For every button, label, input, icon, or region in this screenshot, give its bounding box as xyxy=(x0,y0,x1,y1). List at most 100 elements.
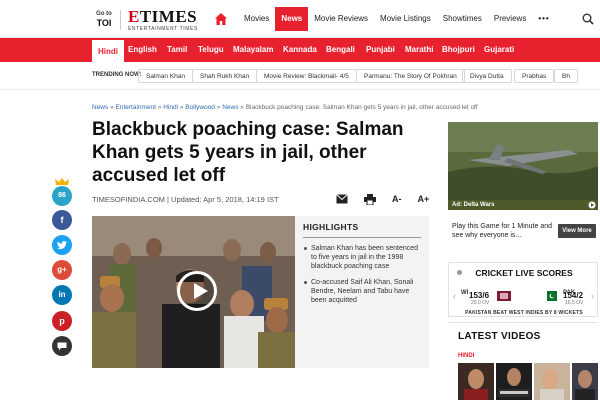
west-indies-flag-icon xyxy=(497,291,511,301)
lang-punjabi[interactable]: Punjabi xyxy=(366,38,395,62)
video-thumbnail[interactable] xyxy=(534,363,570,400)
trending-item[interactable]: Movie Review: Blackmail- 4/5 xyxy=(256,69,357,83)
ad-delta-wars[interactable]: Ad: Delta Wars Play this Game for 1 Minu… xyxy=(448,122,598,254)
highlight-item: Salman Khan has been sentenced to five y… xyxy=(304,244,421,271)
pinterest-icon: p xyxy=(59,316,65,326)
nav-showtimes[interactable]: Showtimes xyxy=(437,0,488,38)
logo-sub-text: ENTERTAINMENT TIMES xyxy=(128,26,198,32)
trending-bar: TRENDING NOW: Salman Khan Shah Rukh Khan… xyxy=(0,62,600,90)
trending-item[interactable]: Divya Dutta xyxy=(462,69,512,83)
linkedin-share-button[interactable]: in xyxy=(52,285,72,305)
breadcrumb-link-bollywood[interactable]: Bollywood xyxy=(185,104,215,111)
lang-gujarati[interactable]: Gujarati xyxy=(484,38,514,62)
video-thumbnail[interactable] xyxy=(458,363,494,400)
toi-label: TOI xyxy=(96,18,112,28)
prev-match-arrow-icon[interactable]: ‹ xyxy=(453,291,456,301)
breadcrumb-separator: » xyxy=(179,104,184,111)
trending-item[interactable]: Bh xyxy=(554,69,578,83)
breadcrumb-separator: » xyxy=(216,104,221,111)
nav-news[interactable]: News xyxy=(275,7,309,31)
ad-label: Ad: Delta Wars xyxy=(448,200,598,210)
highlights-title: HIGHLIGHTS xyxy=(303,222,359,232)
adchoices-icon[interactable] xyxy=(588,201,596,209)
font-increase-button[interactable]: A+ xyxy=(418,194,430,204)
team2-score: 154/2 xyxy=(563,291,584,300)
lang-bhojpuri[interactable]: Bhojpuri xyxy=(442,38,475,62)
crown-icon xyxy=(55,178,69,185)
trending-item[interactable]: Shah Rukh Khan xyxy=(192,69,258,83)
trending-item[interactable]: Parmanu: The Story Of Pokhran xyxy=(356,69,465,83)
breadcrumb-link-hindi[interactable]: Hindi xyxy=(163,104,178,111)
next-match-arrow-icon[interactable]: › xyxy=(591,291,594,301)
highlights-list: Salman Khan has been sentenced to five y… xyxy=(303,244,421,305)
breadcrumb-separator: » xyxy=(110,104,114,111)
lang-tamil[interactable]: Tamil xyxy=(167,38,187,62)
latest-videos-title: LATEST VIDEOS xyxy=(458,331,541,342)
twitter-share-button[interactable] xyxy=(52,235,72,255)
video-thumbnail[interactable] xyxy=(572,363,598,400)
twitter-icon xyxy=(57,241,67,250)
logo-main-text: ETIMES xyxy=(128,7,198,26)
lang-hindi[interactable]: Hindi xyxy=(92,38,124,62)
highlights-divider xyxy=(303,237,421,238)
nav-movie-reviews[interactable]: Movie Reviews xyxy=(308,0,374,38)
home-icon[interactable] xyxy=(214,12,228,26)
article-video-player[interactable] xyxy=(92,216,295,368)
nav-previews[interactable]: Previews xyxy=(488,0,532,38)
breadcrumb-link-news[interactable]: News xyxy=(92,104,108,111)
nav-movie-listings[interactable]: Movie Listings xyxy=(374,0,437,38)
language-bar: Hindi English Tamil Telugu Malayalam Kan… xyxy=(0,38,600,62)
linkedin-icon: in xyxy=(58,290,66,299)
match-result: PAKISTAN BEAT WEST INDIES BY 8 WICKETS xyxy=(465,310,583,316)
trending-item[interactable]: Salman Khan xyxy=(138,69,194,83)
font-decrease-button[interactable]: A- xyxy=(392,194,402,204)
facebook-icon: f xyxy=(60,215,64,225)
lang-marathi[interactable]: Marathi xyxy=(405,38,433,62)
page: Go to TOI ETIMES ENTERTAINMENT TIMES Mov… xyxy=(0,0,600,400)
etimes-logo[interactable]: ETIMES ENTERTAINMENT TIMES xyxy=(128,8,198,32)
team2-overs: 16.5 OV xyxy=(565,300,584,306)
breadcrumb-link-entertainment[interactable]: Entertainment xyxy=(116,104,156,111)
ad-text: Play this Game for 1 Minute and see why … xyxy=(452,223,552,239)
cricket-live-scores-widget: CRICKET LIVE SCORES ‹ WI 153/6 20.0 OV P… xyxy=(448,262,598,317)
fighter-jet-image xyxy=(448,122,598,200)
ad-view-more-button[interactable]: View More xyxy=(558,224,596,238)
latest-videos-category[interactable]: HINDI xyxy=(458,353,474,359)
nav-movies[interactable]: Movies xyxy=(238,0,275,38)
team1-name: WI xyxy=(461,290,469,296)
highlight-item: Co-accused Saif Ali Khan, Sonali Bendre,… xyxy=(304,278,421,305)
top-navigation: Movies News Movie Reviews Movie Listings… xyxy=(238,0,556,38)
email-icon[interactable] xyxy=(336,194,348,204)
team1-score: 153/6 xyxy=(469,291,490,300)
article-byline: TIMESOFINDIA.COM | Updated: Apr 5, 2018,… xyxy=(92,195,279,204)
facebook-share-button[interactable]: f xyxy=(52,210,72,230)
print-icon[interactable] xyxy=(364,193,376,205)
share-count: 86 xyxy=(52,186,72,206)
video-thumbnail[interactable] xyxy=(496,363,532,400)
article-tools: A- A+ xyxy=(336,192,445,206)
logo-divider xyxy=(120,10,121,30)
ad-image xyxy=(448,122,598,200)
lang-kannada[interactable]: Kannada xyxy=(283,38,317,62)
comment-button[interactable] xyxy=(52,336,72,356)
google-plus-share-button[interactable]: g+ xyxy=(52,260,72,280)
article-headline: Blackbuck poaching case: Salman Khan get… xyxy=(92,119,404,186)
highlights-box: HIGHLIGHTS Salman Khan has been sentence… xyxy=(295,216,429,368)
latest-videos-widget: LATEST VIDEOS HINDI xyxy=(448,322,598,400)
pakistan-flag-icon xyxy=(543,291,557,301)
lang-telugu[interactable]: Telugu xyxy=(198,38,224,62)
breadcrumb-link-news-section[interactable]: News xyxy=(222,104,238,111)
search-icon[interactable] xyxy=(582,13,594,25)
lang-bengali[interactable]: Bengali xyxy=(326,38,355,62)
pinterest-share-button[interactable]: p xyxy=(52,311,72,331)
cricket-title: CRICKET LIVE SCORES xyxy=(475,268,573,278)
trending-item[interactable]: Prabhas xyxy=(514,69,555,83)
trending-label: TRENDING NOW: xyxy=(92,72,142,78)
more-menu-dots[interactable]: ••• xyxy=(532,0,555,38)
breadcrumb-separator: » xyxy=(240,104,244,111)
play-button[interactable] xyxy=(177,271,217,311)
breadcrumb: News » Entertainment » Hindi » Bollywood… xyxy=(92,104,478,111)
go-to-toi-link[interactable]: Go to TOI xyxy=(92,10,116,28)
lang-malayalam[interactable]: Malayalam xyxy=(233,38,273,62)
lang-english[interactable]: English xyxy=(128,38,157,62)
